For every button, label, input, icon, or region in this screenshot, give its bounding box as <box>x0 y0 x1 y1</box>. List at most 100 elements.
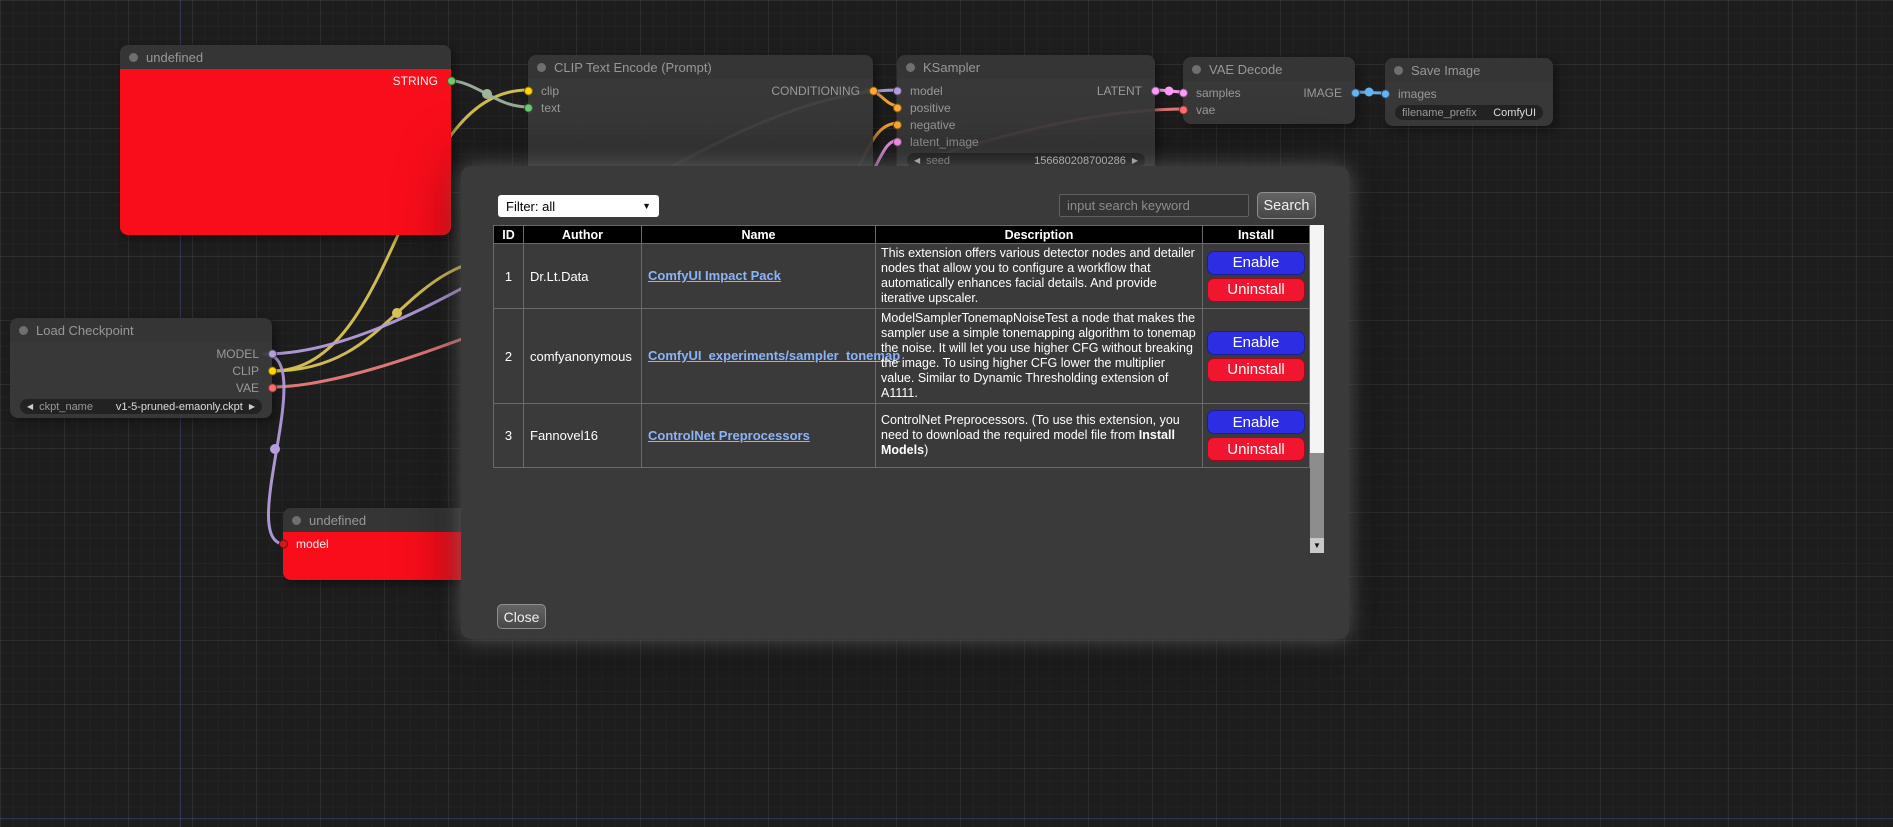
uninstall-button[interactable]: Uninstall <box>1207 358 1305 382</box>
node-load-checkpoint[interactable]: Load Checkpoint MODEL CLIP VAE ◀ ckpt_na… <box>10 318 272 418</box>
node-body: model <box>283 532 469 580</box>
ckpt-name-label: ckpt_name <box>39 401 93 413</box>
slot-row: latent_image <box>897 133 1155 150</box>
input-slot-label: model <box>296 537 329 551</box>
input-slot-label: clip <box>541 84 559 98</box>
output-pin-conditioning[interactable] <box>869 86 878 95</box>
collapse-dot-icon[interactable] <box>537 63 546 72</box>
increment-arrow-icon[interactable]: ▶ <box>1132 157 1138 165</box>
extensions-table: ID Author Name Description Install 1 Dr.… <box>493 225 1324 553</box>
collapse-dot-icon[interactable] <box>19 326 28 335</box>
output-pin-image[interactable] <box>1351 88 1360 97</box>
filter-select[interactable]: Filter: all ▼ <box>498 195 659 217</box>
node-title-bar[interactable]: undefined <box>283 508 469 532</box>
node-title-bar[interactable]: Save Image <box>1385 58 1553 82</box>
node-title: Save Image <box>1411 63 1480 78</box>
input-pin-text[interactable] <box>524 103 533 112</box>
node-undefined-model[interactable]: undefined model <box>283 508 469 580</box>
decrement-arrow-icon[interactable]: ◀ <box>914 157 920 165</box>
input-pin-vae[interactable] <box>1179 105 1188 114</box>
search-input[interactable] <box>1059 194 1249 217</box>
node-title-bar[interactable]: undefined <box>120 45 451 69</box>
header-install: Install <box>1203 226 1310 244</box>
search-button[interactable]: Search <box>1257 192 1316 219</box>
output-slot-label: CONDITIONING <box>771 84 860 98</box>
cell-author: Dr.Lt.Data <box>524 244 642 309</box>
slot-row: CLIP <box>10 362 272 379</box>
output-pin-vae[interactable] <box>268 383 277 392</box>
node-title: CLIP Text Encode (Prompt) <box>554 60 712 75</box>
input-pin-positive[interactable] <box>893 103 902 112</box>
slot-row: model LATENT <box>897 82 1155 99</box>
uninstall-button[interactable]: Uninstall <box>1207 278 1305 302</box>
output-slot-label: IMAGE <box>1303 86 1342 100</box>
input-pin-model[interactable] <box>279 539 288 548</box>
slot-row: images <box>1385 85 1553 102</box>
cell-name: ComfyUI_experiments/sampler_tonemap <box>642 309 876 404</box>
filename-prefix-label: filename_prefix <box>1402 107 1477 119</box>
filename-prefix-widget[interactable]: filename_prefix ComfyUI <box>1395 105 1543 120</box>
table-scrollbar[interactable]: ▼ <box>1310 225 1324 553</box>
link-dot-latent <box>1165 87 1174 96</box>
link-dot-model <box>270 444 280 454</box>
input-slot-label: positive <box>910 101 951 115</box>
cell-description: ModelSamplerTonemapNoiseTest a node that… <box>876 309 1203 404</box>
input-pin-model[interactable] <box>893 86 902 95</box>
collapse-dot-icon[interactable] <box>1394 66 1403 75</box>
extension-link[interactable]: ComfyUI Impact Pack <box>648 268 781 283</box>
node-title: undefined <box>309 513 366 528</box>
wire-string-to-text <box>444 80 528 107</box>
node-save-image[interactable]: Save Image images filename_prefix ComfyU… <box>1385 58 1553 126</box>
output-pin-model[interactable] <box>268 349 277 358</box>
node-title-bar[interactable]: KSampler <box>897 55 1155 79</box>
output-pin-string[interactable] <box>447 76 456 85</box>
slot-row: positive <box>897 99 1155 116</box>
enable-button[interactable]: Enable <box>1207 251 1305 275</box>
input-pin-samples[interactable] <box>1179 88 1188 97</box>
node-vae-decode[interactable]: VAE Decode samples IMAGE vae <box>1183 57 1355 124</box>
scrollbar-thumb[interactable] <box>1310 225 1324 453</box>
collapse-dot-icon[interactable] <box>292 516 301 525</box>
node-body: images filename_prefix ComfyUI <box>1385 82 1553 126</box>
ckpt-name-widget[interactable]: ◀ ckpt_name v1-5-pruned-emaonly.ckpt ▶ <box>20 399 262 414</box>
enable-button[interactable]: Enable <box>1207 410 1305 434</box>
output-pin-clip[interactable] <box>268 366 277 375</box>
extension-link[interactable]: ComfyUI_experiments/sampler_tonemap <box>648 348 900 363</box>
node-title-bar[interactable]: VAE Decode <box>1183 57 1355 81</box>
node-undefined-string[interactable]: undefined STRING <box>120 45 451 235</box>
input-pin-negative[interactable] <box>893 120 902 129</box>
output-slot: STRING <box>120 72 451 89</box>
collapse-dot-icon[interactable] <box>1192 65 1201 74</box>
input-pin-latent-image[interactable] <box>893 137 902 146</box>
extensions-table-body: 1 Dr.Lt.Data ComfyUI Impact Pack This ex… <box>494 244 1310 468</box>
header-id: ID <box>494 226 524 244</box>
collapse-dot-icon[interactable] <box>129 53 138 62</box>
node-body: samples IMAGE vae <box>1183 81 1355 124</box>
slot-row: MODEL <box>10 345 272 362</box>
close-button[interactable]: Close <box>497 604 546 629</box>
next-arrow-icon[interactable]: ▶ <box>249 403 255 411</box>
output-pin-latent[interactable] <box>1151 86 1160 95</box>
extension-link[interactable]: ControlNet Preprocessors <box>648 428 810 443</box>
input-slot-label: samples <box>1196 86 1241 100</box>
slot-row: model <box>283 535 469 552</box>
collapse-dot-icon[interactable] <box>906 63 915 72</box>
input-slot-label: latent_image <box>910 135 979 149</box>
input-slot-label: images <box>1398 87 1437 101</box>
uninstall-button[interactable]: Uninstall <box>1207 437 1305 461</box>
node-canvas[interactable]: undefined STRING CLIP Text Encode (Promp… <box>0 0 1893 827</box>
output-slot-label: VAE <box>236 381 259 395</box>
scroll-down-button[interactable]: ▼ <box>1310 538 1324 553</box>
slot-row: samples IMAGE <box>1183 84 1355 101</box>
input-pin-clip[interactable] <box>524 86 533 95</box>
slot-row: vae <box>1183 101 1355 118</box>
enable-button[interactable]: Enable <box>1207 331 1305 355</box>
node-title-bar[interactable]: Load Checkpoint <box>10 318 272 342</box>
node-title: VAE Decode <box>1209 62 1282 77</box>
prev-arrow-icon[interactable]: ◀ <box>27 403 33 411</box>
input-slot-label: vae <box>1196 103 1215 117</box>
link-dot-clip <box>392 308 402 318</box>
node-title: Load Checkpoint <box>36 323 134 338</box>
input-pin-images[interactable] <box>1381 89 1390 98</box>
node-title-bar[interactable]: CLIP Text Encode (Prompt) <box>528 55 873 79</box>
